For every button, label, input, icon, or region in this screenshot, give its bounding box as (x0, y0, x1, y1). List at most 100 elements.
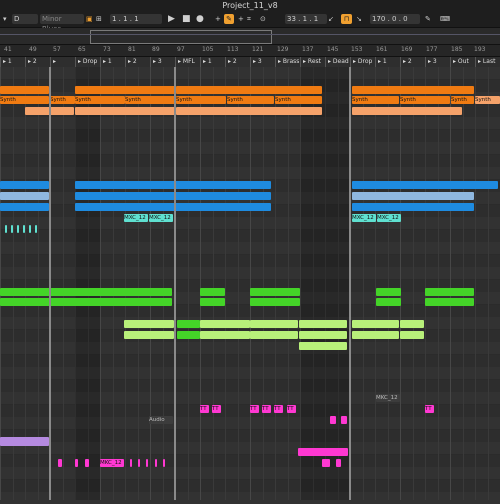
locator-marker[interactable]: ▸ 3 (150, 57, 175, 67)
arrangement-clip[interactable]: MXC_12 (149, 214, 173, 222)
locator-marker[interactable]: ▸ Drop (75, 57, 100, 67)
arrangement-overview[interactable] (0, 28, 500, 45)
arrangement-clip[interactable] (330, 416, 336, 424)
arrangement-clip[interactable] (352, 320, 399, 328)
key-select[interactable]: D (12, 14, 38, 24)
scale-select[interactable]: Minor Blues (40, 14, 84, 33)
arrangement-clip[interactable] (0, 181, 49, 189)
arrangement-clip[interactable] (352, 192, 474, 200)
arrangement-clip[interactable] (146, 459, 148, 467)
arrangement-clip[interactable] (124, 331, 174, 339)
scale-toggle-icon[interactable]: ▣ (86, 14, 93, 24)
overview-viewport[interactable] (90, 30, 272, 44)
play-icon[interactable]: ▶ (168, 14, 175, 24)
locator-marker[interactable]: ▸ 3 (425, 57, 450, 67)
arrangement-clip[interactable]: Synth (75, 96, 125, 104)
arrangement-clip[interactable] (322, 459, 330, 467)
arrangement-clip[interactable]: MKC_12 (100, 459, 124, 467)
arrangement-clip[interactable] (352, 107, 462, 115)
arrangement-clip[interactable] (124, 320, 174, 328)
arrangement-clip[interactable]: TT (274, 405, 283, 413)
arrangement-clip[interactable] (352, 181, 498, 189)
locator-bar[interactable]: ▸ 1▸ 2▸ Break▸ Drop▸ 1▸ 2▸ 3▸ MFL▸ 1▸ 2▸… (0, 57, 500, 75)
arrangement-clip[interactable] (176, 86, 322, 94)
punch-out-icon[interactable]: ↘ (356, 14, 362, 24)
arrangement-clip[interactable] (176, 107, 322, 115)
locator-marker[interactable]: ▸ Brass (275, 57, 300, 67)
loop-length-display[interactable]: 170 . 0 . 0 (370, 14, 420, 24)
locator-marker[interactable]: ▸ 2 (225, 57, 250, 67)
arrangement-clip[interactable]: TT (212, 405, 221, 413)
locator-marker[interactable]: ▸ 1 (200, 57, 225, 67)
locator-marker[interactable]: ▸ 2 (25, 57, 50, 67)
arrangement-clip[interactable] (200, 298, 225, 306)
arrangement-clip[interactable] (336, 459, 341, 467)
arrangement-clip[interactable] (376, 288, 401, 296)
arrangement-clip[interactable]: Audio (149, 416, 173, 424)
arrangement-clip[interactable]: MXC_12 (124, 214, 148, 222)
follow-icon[interactable]: ⊞ (96, 14, 102, 24)
arrangement-clip[interactable] (75, 459, 78, 467)
stop-icon[interactable]: ■ (182, 14, 191, 24)
midi-note-clip[interactable] (17, 225, 19, 233)
loop-toggle-icon[interactable]: ⊓ (341, 14, 352, 24)
locator-marker[interactable]: ▸ Dead (325, 57, 350, 67)
arrangement-clip[interactable] (250, 288, 300, 296)
arrangement-clip[interactable]: TT (287, 405, 296, 413)
arrangement-clip[interactable] (177, 320, 200, 328)
locator-marker[interactable]: ▸ 2 (125, 57, 150, 67)
punch-in-icon[interactable]: ↙ (328, 14, 334, 24)
arrangement-clip[interactable]: Synth (475, 96, 500, 104)
arrangement-clip[interactable] (250, 331, 298, 339)
arrangement-clip[interactable]: MKC_12 (376, 394, 400, 402)
locator-marker[interactable]: ▸ Break (50, 57, 75, 75)
arrangement-clip[interactable] (299, 342, 347, 350)
arrangement-clip[interactable] (200, 288, 225, 296)
arrangement-clip[interactable] (0, 192, 49, 200)
arrangement-clip[interactable]: Synth (451, 96, 474, 104)
arrangement-clip[interactable] (177, 331, 200, 339)
arrangement-clip[interactable] (376, 298, 401, 306)
arrangement-clip[interactable]: Synth (352, 96, 399, 104)
arrangement-clip[interactable]: TT (262, 405, 271, 413)
arrangement-clip[interactable] (75, 181, 271, 189)
locator-marker[interactable]: ▸ Drop (350, 57, 375, 67)
arrangement-clip[interactable]: TT (425, 405, 434, 413)
arrangement-clip[interactable] (0, 203, 49, 211)
beat-time-ruler[interactable]: 41 49 57 65 73 81 89 97 105 113 121 129 137 145 153 161… (0, 45, 500, 57)
arrangement-clip[interactable]: TT (250, 405, 259, 413)
arrangement-clip[interactable] (299, 331, 347, 339)
midi-note-clip[interactable] (29, 225, 31, 233)
arrangement-clip[interactable]: Synth (50, 96, 75, 104)
locator-marker[interactable]: ▸ Out (450, 57, 475, 67)
arrangement-clip[interactable] (352, 86, 474, 94)
arrangement-clip[interactable] (75, 86, 175, 94)
arrangement-clip[interactable] (130, 459, 132, 467)
locator-marker[interactable]: ▸ 2 (400, 57, 425, 67)
locator-marker[interactable]: ▸ 1 (0, 57, 25, 67)
arrangement-clip[interactable] (200, 320, 250, 328)
locator-marker[interactable]: ▸ MFL (175, 57, 200, 67)
arrangement-clip[interactable] (299, 320, 347, 328)
arrangement-clip[interactable] (352, 331, 399, 339)
arrangement-clip[interactable]: Synth (275, 96, 322, 104)
midi-note-clip[interactable] (35, 225, 37, 233)
arrangement-clip[interactable]: MXC_12 (377, 214, 401, 222)
arrangement-clip[interactable]: MXC_12 (352, 214, 376, 222)
arrangement-clip[interactable] (163, 459, 165, 467)
keyboard-icon[interactable]: ⌨ (440, 14, 450, 24)
automation-arm-icon[interactable]: ✎ (224, 14, 234, 24)
locator-marker[interactable]: ▸ 1 (100, 57, 125, 67)
arrangement-clip[interactable] (400, 331, 424, 339)
arrangement-clip[interactable] (200, 331, 250, 339)
midi-note-clip[interactable] (5, 225, 7, 233)
arrangement-clip[interactable] (425, 298, 474, 306)
locator-marker[interactable]: ▸ 3 (250, 57, 275, 67)
add-icon[interactable]: + (215, 14, 221, 24)
locator-marker[interactable]: ▸ 1 (375, 57, 400, 67)
position-display[interactable]: 1 . 1 . 1 (110, 14, 162, 24)
arrangement-clip[interactable]: Synth (227, 96, 274, 104)
arrangement-clip[interactable]: TT (200, 405, 209, 413)
loop-edit-icon[interactable]: ⌗ (247, 14, 251, 24)
arrangement-clip[interactable] (138, 459, 140, 467)
